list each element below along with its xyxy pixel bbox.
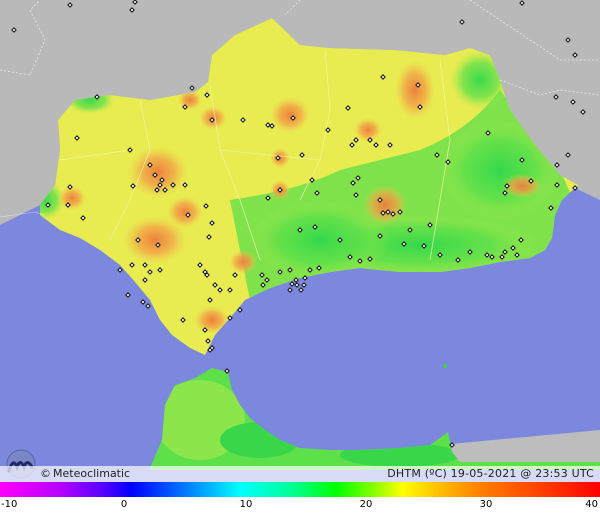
timestamp: 19-05-2021 @ 23:53 UTC — [450, 467, 594, 480]
brand: © Meteoclimatic — [40, 466, 130, 482]
map-footer: © Meteoclimatic DHTM (ºC) 19-05-2021 @ 23… — [0, 466, 600, 482]
scale-tick-label: -10 — [1, 499, 18, 510]
variable-label: DHTM (ºC) — [387, 467, 447, 480]
weather-map: © Meteoclimatic DHTM (ºC) 19-05-2021 @ 23… — [0, 0, 600, 517]
color-scale-bar — [0, 482, 600, 497]
color-scale-ticks: -10 0 10 20 30 40 — [0, 497, 600, 517]
scale-tick-label: 30 — [479, 499, 493, 510]
scale-tick-label: 40 — [585, 499, 598, 510]
scale-tick-label: 0 — [120, 499, 128, 510]
temperature-map — [0, 0, 600, 517]
scale-tick-label: 20 — [359, 499, 373, 510]
copyright-symbol: © — [40, 467, 51, 480]
scale-tick-label: 10 — [239, 499, 253, 510]
map-caption: DHTM (ºC) 19-05-2021 @ 23:53 UTC — [387, 466, 594, 482]
brand-name: Meteoclimatic — [53, 467, 131, 480]
